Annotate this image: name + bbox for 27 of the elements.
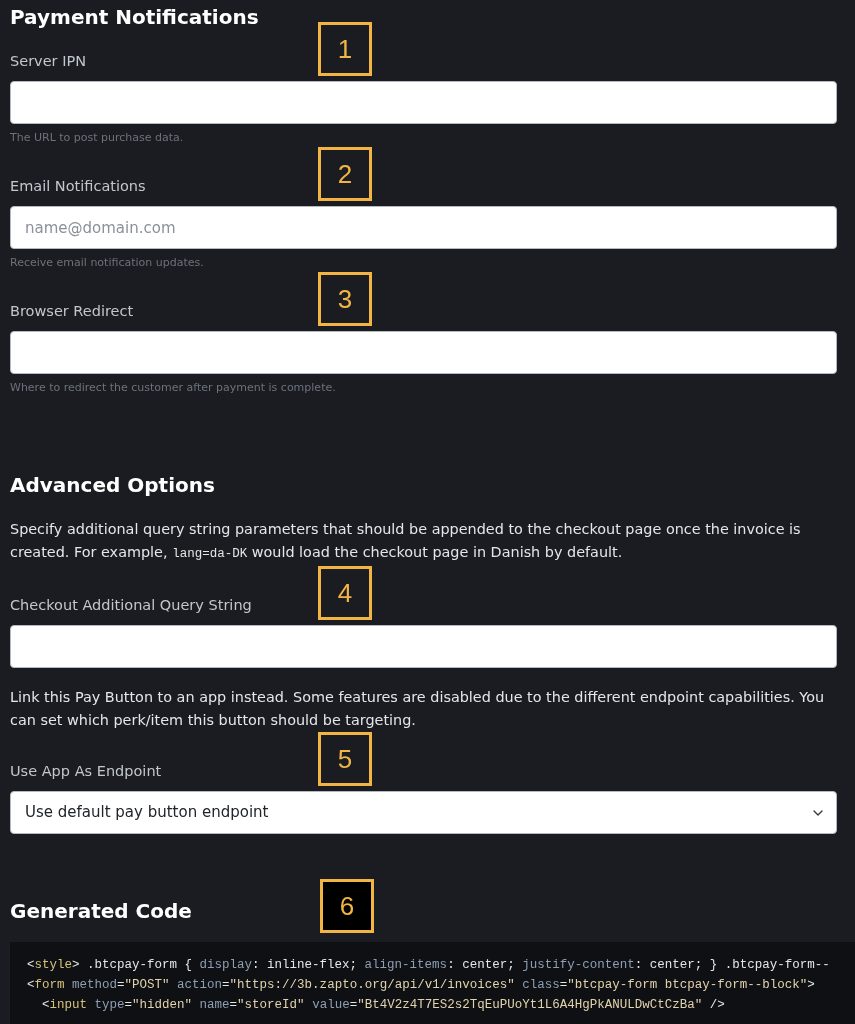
help-text: The URL to post purchase data. xyxy=(10,130,184,146)
description-text: Link this Pay Button to an app instead. Some features are disabled due to the different endpoint capabilities. You can set which perk/item this button should be targeting. xyxy=(10,688,826,730)
number-callout: 1 xyxy=(318,22,372,76)
field-label: Use App As Endpoint xyxy=(10,762,162,781)
number-callout: 3 xyxy=(318,272,372,326)
description-text: Specify additional query string parameters that should be appended to the checkout page once the invoice is created. For example, lang=da-DK would load the checkout page in Danish by default. xyxy=(10,520,802,563)
input-field[interactable] xyxy=(10,81,837,124)
number-callout: 4 xyxy=(318,566,372,620)
input-field[interactable] xyxy=(10,625,837,668)
section-heading: Advanced Options xyxy=(10,472,215,499)
number-callout: 6 xyxy=(320,879,374,933)
number-callout: 5 xyxy=(318,732,372,786)
section-heading: Payment Notifications xyxy=(10,4,259,31)
field-label: Checkout Additional Query String xyxy=(10,596,252,615)
number-callout: 2 xyxy=(318,147,372,201)
field-label: Email Notifications xyxy=(10,177,146,196)
code-line: <input type="hidden" name="storeId" value="Bt4V2z4T7ES2s2TqEuPUoYt1L6A4HgPkANULDwCtCzBa" /> xyxy=(41,997,725,1014)
section-heading: Generated Code xyxy=(10,898,192,925)
select-dropdown[interactable]: Use default pay button endpoint xyxy=(10,791,837,834)
field-label: Browser Redirect xyxy=(10,302,134,321)
input-field[interactable] xyxy=(10,331,837,374)
help-text: Receive email notification updates. xyxy=(10,255,204,271)
code-line: <style> .btcpay-form { display: inline-flex; align-items: center; justify-content: center; } .btcpay-form-- xyxy=(27,957,830,974)
help-text: Where to redirect the customer after payment is complete. xyxy=(10,380,336,396)
input-field[interactable]: name@domain.com xyxy=(10,206,837,249)
code-line: <form method="POST" action="https://3b.zapto.org/api/v1/invoices" class="btcpay-form btcpay-form--block"> xyxy=(27,977,815,994)
field-label: Server IPN xyxy=(10,52,87,71)
